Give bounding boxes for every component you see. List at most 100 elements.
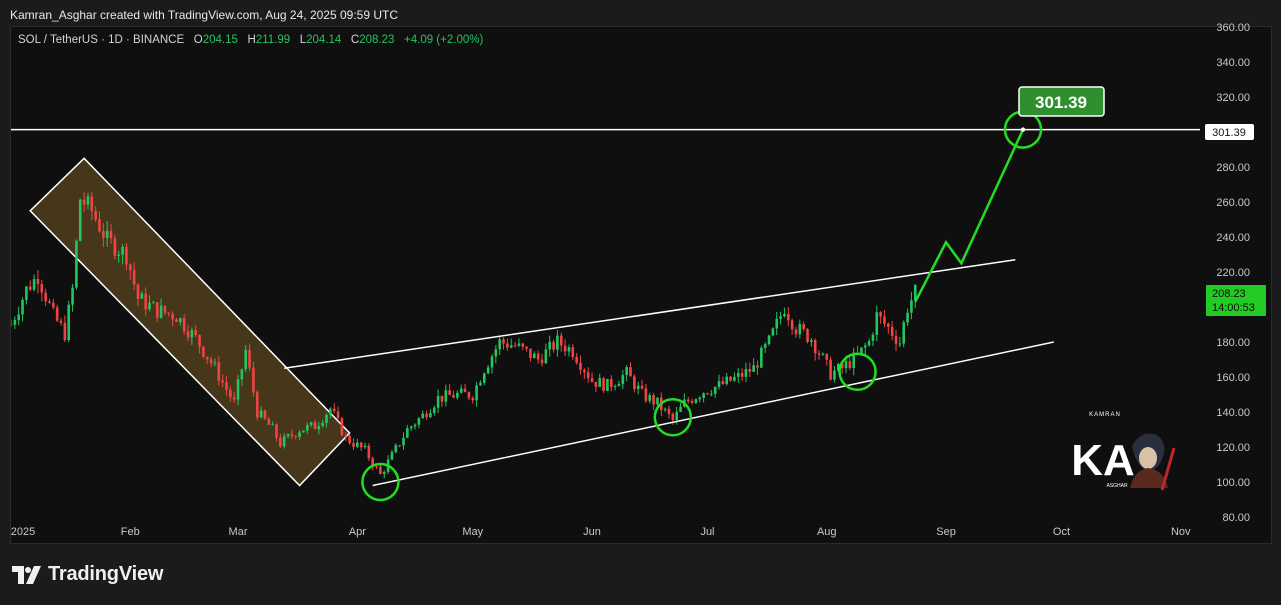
candle-body	[190, 330, 194, 338]
candle-body	[629, 367, 632, 377]
candle-body	[11, 324, 13, 326]
author-watermark: KAMRAN KA ASGHAR	[1071, 412, 1176, 491]
y-tick-label: 180.00	[1216, 337, 1250, 349]
candle-body	[452, 394, 455, 398]
y-tick-label: 320.00	[1216, 92, 1250, 104]
candle-body	[810, 340, 813, 342]
candle-body	[352, 443, 355, 447]
candle-body	[417, 418, 421, 425]
candle-body	[394, 445, 398, 453]
candle-body	[236, 379, 240, 400]
candle-body	[240, 369, 244, 380]
candle-body	[36, 279, 40, 285]
candle-body	[648, 395, 652, 401]
candle-body	[717, 381, 721, 387]
candle-body	[44, 292, 47, 302]
candle-body	[248, 349, 251, 368]
candle-body	[540, 359, 544, 364]
candle-body	[640, 385, 644, 389]
candle-body	[779, 316, 782, 319]
candle-body	[406, 428, 409, 438]
candle-body	[606, 378, 609, 392]
candle-body	[132, 270, 136, 285]
candle-body	[421, 413, 425, 419]
candle-body	[890, 326, 894, 337]
candle-body	[363, 445, 367, 448]
high-label: H	[247, 34, 256, 46]
candle-body	[279, 437, 282, 447]
candle-body	[229, 389, 232, 398]
candle-body	[94, 210, 97, 220]
chart-svg[interactable]: 360.00340.00320.00300.00280.00260.00240.…	[0, 0, 1281, 605]
candle-body	[286, 434, 290, 437]
candle-body	[21, 299, 24, 315]
candle-body	[790, 320, 794, 330]
candle-body	[867, 340, 871, 346]
candle-body	[871, 334, 875, 341]
candle-body	[621, 375, 625, 385]
candle-body	[267, 418, 271, 425]
candle-body	[652, 395, 655, 405]
candle-body	[375, 466, 378, 468]
symbol-label: SOL / TetherUS · 1D · BINANCE	[18, 34, 185, 46]
candle-body	[710, 393, 713, 395]
candle-body	[667, 408, 671, 414]
candle-body	[402, 437, 405, 446]
candle-body	[775, 318, 779, 329]
y-tick-label: 100.00	[1216, 477, 1250, 489]
candle-body	[752, 365, 755, 372]
candle-body	[902, 322, 906, 344]
candle-body	[432, 407, 436, 413]
candle-body	[817, 353, 821, 355]
candle-body	[321, 422, 324, 427]
last-price-tag: 208.23 14:00:53	[1206, 285, 1266, 316]
candle-body	[736, 372, 740, 377]
candle-body	[348, 435, 351, 444]
target-price-tag: 301.39	[1205, 124, 1254, 140]
candle-body	[152, 302, 155, 304]
candle-body	[117, 254, 121, 256]
candle-body	[609, 378, 613, 388]
falling-channel-layer	[29, 157, 351, 487]
candle-body	[390, 452, 394, 460]
tradingview-logo-text: TradingView	[48, 563, 164, 585]
candle-body	[506, 343, 509, 348]
candle-body	[456, 392, 459, 398]
candle-body	[459, 388, 463, 393]
candle-body	[471, 397, 475, 401]
candle-body	[898, 343, 902, 345]
touch-circle	[838, 352, 877, 391]
target-price-tag-text: 301.39	[1212, 127, 1246, 139]
candle-body	[575, 357, 578, 363]
candle-body	[733, 376, 736, 381]
candle-body	[794, 329, 798, 335]
candle-body	[82, 199, 86, 205]
candle-body	[498, 339, 501, 350]
candle-body	[567, 347, 571, 352]
candle-body	[806, 328, 809, 342]
y-tick-label: 120.00	[1216, 442, 1250, 454]
low-value: 204.14	[306, 34, 342, 46]
candle-body	[221, 380, 224, 383]
candle-body	[594, 381, 598, 387]
candle-body	[275, 424, 278, 438]
candle-body	[175, 319, 178, 322]
y-tick-label: 260.00	[1216, 197, 1250, 209]
candle-body	[198, 335, 201, 347]
candle-body	[763, 344, 767, 348]
candle-body	[590, 378, 594, 382]
open-label: O	[193, 34, 203, 46]
candle-body	[425, 413, 428, 418]
candle-body	[28, 286, 32, 290]
candle-body	[533, 353, 536, 359]
candle-body	[40, 284, 44, 293]
candle-body	[298, 432, 301, 437]
x-tick-label: Jun	[583, 526, 601, 538]
candle-body	[263, 410, 267, 419]
candle-body	[398, 445, 401, 447]
candle-body	[121, 246, 124, 255]
close-value: 208.23	[359, 34, 395, 46]
tradingview-logo[interactable]: TradingView	[12, 563, 163, 586]
candle-body	[563, 345, 567, 352]
candle-body	[486, 367, 490, 374]
